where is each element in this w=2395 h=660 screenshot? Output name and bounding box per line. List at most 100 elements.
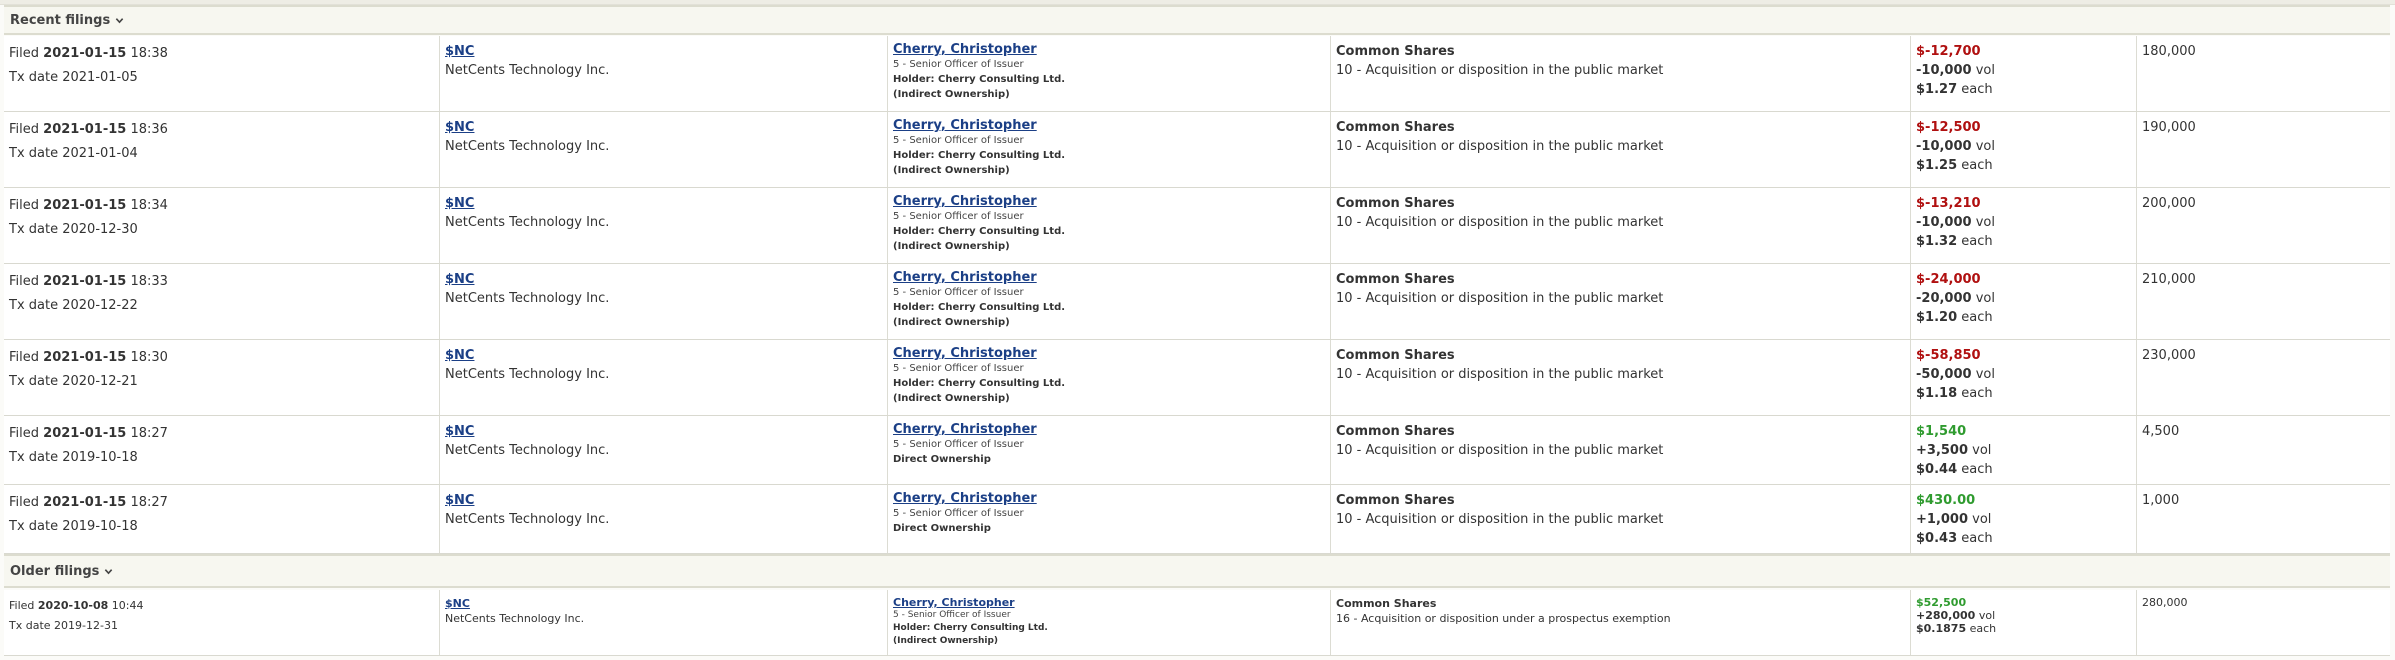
holdings-cell: 210,000 [2137,264,2390,339]
insider-link[interactable]: Cherry, Christopher [893,270,1326,285]
tx-date-line: Tx date 2021-01-05 [9,66,435,90]
filed-date: 2020-10-08 [37,599,109,612]
tx-date: 2020-12-22 [62,298,138,313]
insider-link[interactable]: Cherry, Christopher [893,42,1326,57]
transaction-nature: 10 - Acquisition or disposition in the p… [1336,63,1664,78]
ticker-link[interactable]: $NC [445,270,883,289]
price-line: $1.18 each [1916,384,2132,403]
filed-time: 10:44 [111,599,144,612]
chevron-down-icon [105,568,113,574]
ticker-link[interactable]: $NC [445,42,883,61]
company-name: NetCents Technology Inc. [445,291,610,306]
transaction-value-cell: $52,500 +280,000 vol $0.1875 each [1911,590,2137,655]
security-cell: Common Shares 10 - Acquisition or disposi… [1331,416,1911,484]
transaction-value: $-24,000 [1916,272,1981,287]
holdings-after: 210,000 [2142,272,2196,287]
tx-label: Tx date [9,146,59,161]
insider-cell: Cherry, Christopher 5 - Senior Officer of… [888,36,1331,111]
filed-line: Filed 2021-01-15 18:34 [9,194,435,218]
holdings-after: 280,000 [2142,596,2188,609]
filed-line: Filed 2021-01-15 18:30 [9,346,435,370]
older-filings-toggle[interactable]: Older filings [4,564,113,579]
ticker-link[interactable]: $NC [445,422,883,441]
security-cell: Common Shares 10 - Acquisition or disposi… [1331,112,1911,187]
holder-name: Holder: Cherry Consulting Ltd. [893,378,1066,389]
transaction-value: $-13,210 [1916,196,1981,211]
holdings-after: 180,000 [2142,44,2196,59]
filed-date: 2021-01-15 [43,46,127,61]
price-value: $1.25 [1916,158,1958,173]
transaction-value-cell: $430.00 +1,000 vol $0.43 each [1911,485,2137,553]
company-name: NetCents Technology Inc. [445,443,610,458]
tx-label: Tx date [9,222,59,237]
tx-label: Tx date [9,298,59,313]
transaction-nature: 10 - Acquisition or disposition in the p… [1336,139,1664,154]
insider-link[interactable]: Cherry, Christopher [893,118,1326,133]
older-filings-title: Older filings [10,563,100,579]
ticker-link[interactable]: $NC [445,491,883,510]
insider-link[interactable]: Cherry, Christopher [893,346,1326,361]
security-name: Common Shares [1336,44,1455,59]
holdings-cell: 180,000 [2137,36,2390,111]
ticker-link[interactable]: $NC [445,118,883,137]
filed-date: 2021-01-15 [43,350,127,365]
volume-line: -10,000 vol [1916,137,2132,156]
insider-link[interactable]: Cherry, Christopher [893,596,1326,609]
ticker-link[interactable]: $NC [445,596,883,611]
security-cell: Common Shares 16 - Acquisition or disposi… [1331,590,1911,655]
volume-value: -10,000 [1916,215,1972,230]
issuer-cell: $NC NetCents Technology Inc. [440,188,888,263]
volume-value: +1,000 [1916,512,1969,527]
recent-filings-toggle[interactable]: Recent filings [4,13,124,28]
insider-role: 5 - Senior Officer of Issuer [893,59,1024,70]
insider-role: 5 - Senior Officer of Issuer [893,287,1024,298]
filed-line: Filed 2021-01-15 18:33 [9,270,435,294]
insider-link[interactable]: Cherry, Christopher [893,491,1326,506]
volume-unit: vol [1975,367,1995,382]
insider-link[interactable]: Cherry, Christopher [893,194,1326,209]
tx-label: Tx date [9,70,59,85]
price-unit: each [1969,622,1997,635]
filed-label: Filed [9,274,40,289]
filing-dates-cell: Filed 2021-01-15 18:30 Tx date 2020-12-21 [4,340,440,415]
volume-unit: vol [1975,63,1995,78]
company-name: NetCents Technology Inc. [445,139,610,154]
price-unit: each [1961,531,1993,546]
price-unit: each [1961,462,1993,477]
holder-name: Holder: Cherry Consulting Ltd. [893,302,1066,313]
volume-value: +280,000 [1916,609,1976,622]
price-value: $1.20 [1916,310,1958,325]
company-name: NetCents Technology Inc. [445,512,610,527]
insider-link[interactable]: Cherry, Christopher [893,422,1326,437]
tx-date-line: Tx date 2021-01-04 [9,142,435,166]
volume-value: +3,500 [1916,443,1969,458]
older-filings-table: Filed 2020-10-08 10:44 Tx date 2019-12-31… [4,590,2390,656]
holdings-after: 4,500 [2142,424,2180,439]
ownership-type: (Indirect Ownership) [893,393,1010,404]
volume-unit: vol [1978,609,1996,622]
security-name: Common Shares [1336,597,1437,610]
tx-date: 2019-12-31 [54,619,118,632]
table-row: Filed 2021-01-15 18:27 Tx date 2019-10-18… [4,416,2390,485]
transaction-value-cell: $-12,500 -10,000 vol $1.25 each [1911,112,2137,187]
volume-value: -50,000 [1916,367,1972,382]
older-filings-header: Older filings [4,554,2390,588]
price-value: $1.27 [1916,82,1958,97]
security-cell: Common Shares 10 - Acquisition or disposi… [1331,340,1911,415]
issuer-cell: $NC NetCents Technology Inc. [440,340,888,415]
holder-name: Holder: Cherry Consulting Ltd. [893,150,1066,161]
volume-unit: vol [1975,139,1995,154]
security-name: Common Shares [1336,196,1455,211]
filing-dates-cell: Filed 2021-01-15 18:34 Tx date 2020-12-30 [4,188,440,263]
price-value: $1.18 [1916,386,1958,401]
transaction-nature: 16 - Acquisition or disposition under a … [1336,612,1671,625]
ticker-link[interactable]: $NC [445,194,883,213]
ticker-link[interactable]: $NC [445,346,883,365]
filed-time: 18:34 [130,198,168,213]
filed-date: 2021-01-15 [43,274,127,289]
ownership-type: (Indirect Ownership) [893,165,1010,176]
holder-name: Holder: Cherry Consulting Ltd. [893,623,1048,633]
transaction-value: $1,540 [1916,424,1967,439]
insider-cell: Cherry, Christopher 5 - Senior Officer of… [888,485,1331,553]
price-line: $0.44 each [1916,460,2132,479]
